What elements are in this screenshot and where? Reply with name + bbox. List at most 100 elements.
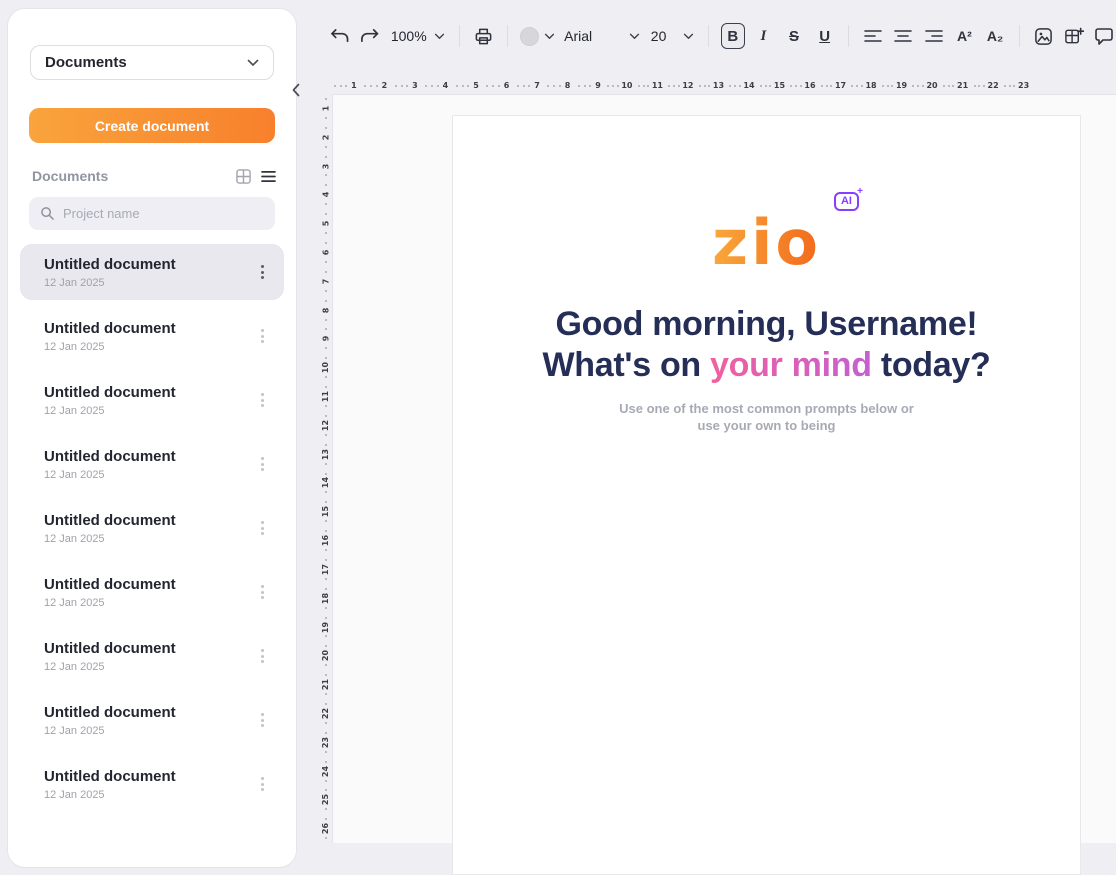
comment-icon[interactable]: [1093, 23, 1116, 49]
document-list-item[interactable]: Untitled document 12 Jan 2025: [20, 244, 284, 300]
ruler-segment: 22: [971, 79, 1002, 92]
underline-button[interactable]: U: [813, 23, 837, 49]
ruler-segment: 25: [319, 786, 332, 815]
ruler-segment: 12: [319, 411, 332, 440]
ruler-segment: 6: [319, 238, 332, 267]
editor-toolbar: 100% Arial 20 B I S U: [328, 16, 1116, 56]
ruler-segment: 1: [330, 79, 361, 92]
align-right-icon[interactable]: [922, 23, 945, 49]
ruler-segment: 6: [483, 79, 514, 92]
kebab-menu-icon[interactable]: [255, 643, 270, 669]
ruler-segment: 14: [727, 79, 758, 92]
ruler-segment: 8: [544, 79, 575, 92]
ruler-segment: 20: [319, 641, 332, 670]
grid-view-icon[interactable]: [236, 169, 251, 184]
document-date: 12 Jan 2025: [44, 789, 255, 801]
kebab-menu-icon[interactable]: [255, 387, 270, 413]
list-view-icon[interactable]: [261, 170, 276, 183]
document-title: Untitled document: [44, 448, 255, 465]
ruler-segment: 9: [319, 325, 332, 354]
image-icon[interactable]: [1032, 23, 1055, 49]
documents-dropdown-value: Documents: [45, 54, 127, 71]
ruler-segment: 10: [319, 353, 332, 382]
ruler-segment: 8: [319, 296, 332, 325]
ruler-segment: 24: [319, 757, 332, 786]
document-list-item[interactable]: Untitled document 12 Jan 2025: [20, 692, 284, 748]
toolbar-divider: [708, 25, 709, 47]
greeting-line2: What's on your mind today?: [453, 345, 1080, 386]
create-document-button[interactable]: Create document: [29, 108, 275, 143]
document-date: 12 Jan 2025: [44, 469, 255, 481]
kebab-menu-icon[interactable]: [255, 771, 270, 797]
ai-badge-plus: +: [857, 187, 863, 197]
italic-button[interactable]: I: [752, 23, 776, 49]
superscript-button[interactable]: A²: [953, 23, 977, 49]
search-box: [29, 197, 275, 230]
ruler-segment: 21: [319, 670, 332, 699]
search-icon: [40, 206, 55, 221]
document-list-item[interactable]: Untitled document 12 Jan 2025: [20, 564, 284, 620]
kebab-menu-icon[interactable]: [255, 707, 270, 733]
zoom-select[interactable]: 100%: [389, 28, 447, 44]
ruler-segment: 18: [319, 584, 332, 613]
ruler-segment: 7: [319, 267, 332, 296]
vertical-ruler: 1 2 3 4 5 6 7 8 9 10 11 12 13 14 15 16 1…: [319, 94, 332, 843]
document-date: 12 Jan 2025: [44, 533, 255, 545]
document-list-item[interactable]: Untitled document 12 Jan 2025: [20, 628, 284, 684]
greeting-line1: Good morning, Username!: [453, 304, 1080, 345]
undo-button[interactable]: [328, 23, 351, 49]
insert-table-icon[interactable]: [1062, 23, 1085, 49]
kebab-menu-icon[interactable]: [255, 451, 270, 477]
document-list-item[interactable]: Untitled document 12 Jan 2025: [20, 308, 284, 364]
ruler-segment: 17: [818, 79, 849, 92]
toolbar-divider: [848, 25, 849, 47]
redo-button[interactable]: [358, 23, 381, 49]
document-title: Untitled document: [44, 768, 255, 785]
sidebar-collapse-button[interactable]: [288, 80, 304, 100]
font-family-value: Arial: [564, 28, 592, 44]
document-list-item[interactable]: Untitled document 12 Jan 2025: [20, 500, 284, 556]
subscript-button[interactable]: A₂: [983, 23, 1007, 49]
search-input[interactable]: [63, 206, 264, 221]
ruler-segment: 14: [319, 469, 332, 498]
document-title: Untitled document: [44, 320, 255, 337]
ruler-segment: 5: [452, 79, 483, 92]
font-size-select[interactable]: 20: [649, 28, 696, 44]
ruler-segment: 15: [757, 79, 788, 92]
document-list: Untitled document 12 Jan 2025 Untitled d…: [20, 244, 284, 820]
subtitle-line1: Use one of the most common prompts below…: [453, 400, 1080, 418]
document-list-item[interactable]: Untitled document 12 Jan 2025: [20, 372, 284, 428]
document-title: Untitled document: [44, 576, 255, 593]
document-title: Untitled document: [44, 640, 255, 657]
editor-canvas: zio AI + Good morning, Username! What's …: [332, 94, 1116, 843]
ruler-segment: 20: [910, 79, 941, 92]
kebab-menu-icon[interactable]: [255, 323, 270, 349]
strikethrough-button[interactable]: S: [782, 23, 806, 49]
align-center-icon[interactable]: [892, 23, 915, 49]
ruler-segment: 13: [696, 79, 727, 92]
kebab-menu-icon[interactable]: [255, 579, 270, 605]
ruler-segment: 23: [1001, 79, 1032, 92]
sidebar: Documents Create document Documents Unti…: [7, 8, 297, 868]
greeting-heading: Good morning, Username! What's on your m…: [453, 304, 1080, 386]
ruler-segment: 4: [422, 79, 453, 92]
document-list-item[interactable]: Untitled document 12 Jan 2025: [20, 756, 284, 812]
font-family-select[interactable]: Arial: [562, 28, 642, 44]
documents-dropdown[interactable]: Documents: [30, 45, 274, 80]
document-list-item[interactable]: Untitled document 12 Jan 2025: [20, 436, 284, 492]
text-color-select[interactable]: [520, 27, 555, 46]
bold-button[interactable]: B: [721, 23, 745, 49]
align-left-icon[interactable]: [861, 23, 884, 49]
document-title: Untitled document: [44, 256, 255, 273]
toolbar-divider: [507, 25, 508, 47]
document-title: Untitled document: [44, 512, 255, 529]
kebab-menu-icon[interactable]: [255, 515, 270, 541]
print-button[interactable]: [472, 23, 495, 49]
chevron-down-icon: [629, 33, 640, 40]
document-page[interactable]: zio AI + Good morning, Username! What's …: [452, 115, 1081, 875]
ruler-segment: 16: [319, 526, 332, 555]
ruler-segment: 11: [319, 382, 332, 411]
kebab-menu-icon[interactable]: [255, 259, 270, 285]
ruler-segment: 3: [319, 152, 332, 181]
ruler-segment: 11: [635, 79, 666, 92]
